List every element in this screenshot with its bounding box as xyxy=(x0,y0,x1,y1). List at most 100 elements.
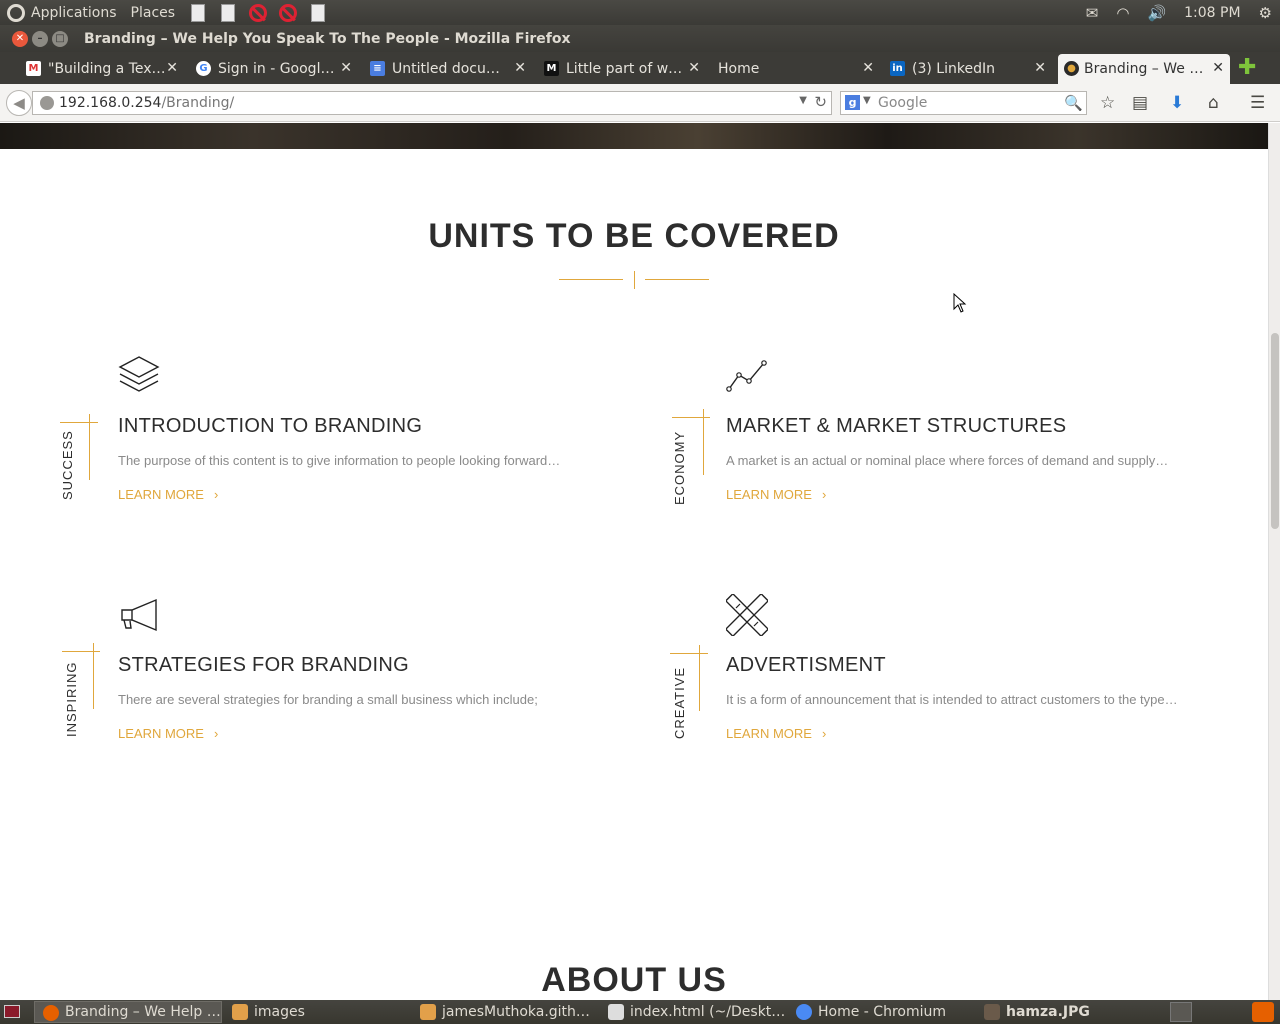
megaphone-icon xyxy=(121,598,157,632)
accent-rule xyxy=(89,414,90,480)
mail-icon[interactable]: ✉ xyxy=(1086,4,1099,22)
close-tab-icon[interactable]: ✕ xyxy=(1034,60,1046,76)
clock[interactable]: 1:08 PM xyxy=(1184,5,1240,21)
unit-side-label: SUCCESS xyxy=(60,430,75,500)
reload-icon[interactable]: ↻ xyxy=(814,93,827,111)
window-minimize-button[interactable]: – xyxy=(32,30,48,47)
back-arrow-icon[interactable]: ◀ xyxy=(6,90,32,116)
document-launcher-icon[interactable] xyxy=(309,3,327,23)
search-engine-dropdown-icon[interactable]: ▼ xyxy=(863,95,871,106)
chevron-right-icon: › xyxy=(821,726,827,741)
volume-icon[interactable]: 🔊 xyxy=(1147,4,1166,22)
browser-tab[interactable]: M "Building a Tex… ✕ xyxy=(22,54,184,84)
learn-more-link[interactable]: LEARN MORE › xyxy=(118,487,218,502)
pencil-ruler-icon xyxy=(726,594,768,636)
learn-more-link[interactable]: LEARN MORE › xyxy=(726,726,826,741)
home-icon[interactable]: ⌂ xyxy=(1208,93,1219,113)
downloads-arrow-icon[interactable]: ⬇ xyxy=(1170,93,1184,113)
close-tab-icon[interactable]: ✕ xyxy=(514,60,526,76)
google-icon: G xyxy=(196,61,211,76)
taskbar-item[interactable]: index.html (~/Deskt… xyxy=(600,1001,786,1023)
url-host: 192.168.0.254 xyxy=(59,95,162,111)
gmail-icon: M xyxy=(26,61,41,76)
taskbar-item[interactable]: jamesMuthoka.gith… xyxy=(412,1001,598,1023)
learn-more-link[interactable]: LEARN MORE › xyxy=(726,487,826,502)
window-close-button[interactable]: ✕ xyxy=(12,30,28,47)
taskbar-item[interactable]: Branding – We Help … xyxy=(34,1001,222,1023)
search-magnifier-icon[interactable]: 🔍 xyxy=(1064,94,1083,112)
chevron-right-icon: › xyxy=(213,726,219,741)
search-bar[interactable]: g ▼ Google 🔍 xyxy=(840,91,1087,115)
unit-description: There are several strategies for brandin… xyxy=(118,692,538,707)
blocked-launcher-icon[interactable] xyxy=(249,3,268,23)
tab-label: Branding – We … xyxy=(1084,61,1204,77)
settings-gear-icon[interactable]: ⚙ xyxy=(1259,4,1272,22)
browser-tab[interactable]: ≡ Untitled docu… ✕ xyxy=(366,54,532,84)
taskbar-label: Branding – We Help … xyxy=(65,1004,221,1020)
close-tab-icon[interactable]: ✕ xyxy=(1212,60,1224,76)
learn-more-label: LEARN MORE xyxy=(726,726,812,741)
unit-description: A market is an actual or nominal place w… xyxy=(726,453,1169,468)
taskbar-label: index.html (~/Deskt… xyxy=(630,1004,786,1020)
accent-rule xyxy=(699,645,700,711)
browser-tab[interactable]: M Little part of w… ✕ xyxy=(540,54,706,84)
bookmark-star-icon[interactable]: ☆ xyxy=(1100,93,1115,113)
close-tab-icon[interactable]: ✕ xyxy=(166,60,178,76)
image-viewer-icon xyxy=(984,1004,1000,1020)
browser-tab[interactable]: Home ✕ xyxy=(714,54,880,84)
window-maximize-button[interactable]: □ xyxy=(52,30,68,47)
wifi-icon[interactable]: ◠ xyxy=(1116,4,1129,22)
applications-menu[interactable]: Applications xyxy=(31,5,117,21)
taskbar-item[interactable]: Home - Chromium xyxy=(788,1001,974,1023)
learn-more-label: LEARN MORE xyxy=(118,726,204,741)
hamburger-menu-icon[interactable]: ☰ xyxy=(1250,93,1265,113)
docs-icon: ≡ xyxy=(370,61,385,76)
tab-label: "Building a Tex… xyxy=(48,61,166,77)
site-identity-icon[interactable] xyxy=(40,96,54,110)
url-bar[interactable]: 192.168.0.254/Branding/ ▼ ↻ xyxy=(32,91,832,115)
mouse-cursor-icon xyxy=(953,293,967,313)
learn-more-link[interactable]: LEARN MORE › xyxy=(118,726,218,741)
taskbar-label: hamza.JPG xyxy=(1006,1004,1090,1020)
places-menu[interactable]: Places xyxy=(131,5,176,21)
tab-label: Sign in - Googl… xyxy=(218,61,335,77)
taskbar-item[interactable]: images xyxy=(224,1001,410,1023)
tab-label: (3) LinkedIn xyxy=(912,61,995,77)
blocked-launcher-icon[interactable] xyxy=(279,3,298,23)
hero-image-strip xyxy=(0,123,1268,149)
taskbar-label: jamesMuthoka.gith… xyxy=(442,1004,590,1020)
firefox-launcher-icon[interactable] xyxy=(1170,1002,1192,1022)
unit-title: INTRODUCTION TO BRANDING xyxy=(118,415,423,437)
medium-icon: M xyxy=(544,61,559,76)
google-search-engine-icon[interactable]: g xyxy=(845,95,860,110)
browser-tab[interactable]: G Sign in - Googl… ✕ xyxy=(192,54,358,84)
close-tab-icon[interactable]: ✕ xyxy=(688,60,700,76)
close-tab-icon[interactable]: ✕ xyxy=(340,60,352,76)
browser-tab-active[interactable]: ● Branding – We … ✕ xyxy=(1058,54,1230,84)
accent-rule xyxy=(93,643,94,709)
window-titlebar: ✕ – □ Branding – We Help You Speak To Th… xyxy=(0,25,1280,52)
unit-side-label: ECONOMY xyxy=(672,430,687,505)
reading-list-icon[interactable]: ▤ xyxy=(1132,93,1148,113)
taskbar-label: Home - Chromium xyxy=(818,1004,946,1020)
new-tab-plus-icon[interactable]: ✚ xyxy=(1238,57,1256,79)
ubuntu-logo-icon[interactable] xyxy=(7,3,25,22)
chromium-icon xyxy=(796,1004,812,1020)
document-launcher-icon[interactable] xyxy=(189,3,207,23)
unit-title: STRATEGIES FOR BRANDING xyxy=(118,654,410,676)
firefox-launcher-icon[interactable] xyxy=(1252,1002,1274,1022)
site-icon: ● xyxy=(1064,61,1079,76)
section-title: UNITS TO BE COVERED xyxy=(428,217,840,255)
tab-label: Untitled docu… xyxy=(392,61,500,77)
browser-tab[interactable]: in (3) LinkedIn ✕ xyxy=(886,54,1052,84)
firefox-icon xyxy=(43,1005,59,1021)
taskbar-item[interactable]: hamza.JPG xyxy=(976,1001,1162,1023)
scrollbar-thumb[interactable] xyxy=(1271,333,1279,529)
page-scrollbar[interactable] xyxy=(1268,123,1280,1000)
document-launcher-icon[interactable] xyxy=(219,3,237,23)
unit-title: MARKET & MARKET STRUCTURES xyxy=(726,415,1067,437)
title-divider-tick xyxy=(634,271,635,289)
show-desktop-icon[interactable] xyxy=(4,1005,20,1018)
close-tab-icon[interactable]: ✕ xyxy=(862,60,874,76)
url-history-dropdown-icon[interactable]: ▼ xyxy=(799,95,807,106)
